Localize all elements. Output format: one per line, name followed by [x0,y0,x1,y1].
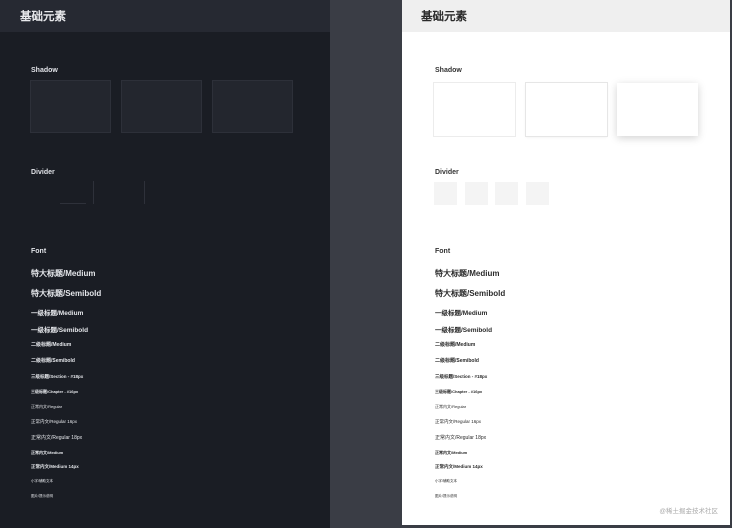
light-divider-sample-2 [465,182,488,205]
dark-font-sample: 二级标题/Medium [31,342,72,348]
dark-font-label: Font [31,248,47,255]
dark-font-sample: 正常内文/Regular 18px [31,435,83,441]
dark-font-sample: 正常内文/Medium 14px [31,464,79,469]
dark-font-sample: 图片/提示说明 [31,494,53,498]
dark-font-sample: 特大标题/Medium [31,269,96,278]
light-font-label: Font [435,248,451,255]
light-font-sample: 正常内文/Medium [435,450,468,455]
dark-font-sample: 一级标题/Semibold [31,327,89,334]
light-font-sample: 二级标题/Semibold [435,358,479,364]
dark-shadow-sample-2 [121,80,202,133]
dark-font-sample: 特大标题/Semibold [31,289,102,298]
dark-divider-label: Divider [31,169,55,176]
watermark: @稀土掘金技术社区 [659,508,718,515]
dark-divider-horizontal [60,203,86,204]
dark-panel-header: 基础元素 [0,0,330,32]
dark-shadow-label: Shadow [31,67,58,74]
light-font-sample: 特大标题/Medium [435,269,500,278]
dark-theme-panel: 基础元素 Shadow Divider Font 特大标题/Medium 特大标… [0,0,330,528]
light-divider-sample-1 [434,182,457,205]
light-panel-header: 基础元素 [402,0,730,32]
light-font-sample: 二级标题/Medium [435,342,476,348]
dark-shadow-sample-1 [30,80,111,133]
dark-panel-title: 基础元素 [20,11,66,23]
light-divider-label: Divider [435,169,459,176]
dark-font-sample: 小字/辅助文本 [31,479,53,483]
dark-font-sample: 三级标题/Chapter - #16px [31,389,79,394]
light-font-sample: 图片/提示说明 [435,494,457,498]
light-shadow-label: Shadow [435,67,462,74]
light-panel-title: 基础元素 [421,11,467,23]
dark-font-sample: 一级标题/Medium [31,310,84,317]
light-font-sample: 三级标题/Section - #18px [435,374,488,379]
dark-font-sample: 三级标题/Section - #18px [31,374,84,379]
light-font-sample: 三级标题/Chapter - #16px [435,389,483,394]
light-font-sample: 正常内文/Regular 18px [435,435,487,441]
dark-font-sample: 正常内文/Regular 16px [31,419,78,424]
light-font-sample: 一级标题/Medium [435,310,488,317]
light-font-sample: 一级标题/Semibold [435,327,493,334]
light-divider-sample-3 [495,182,518,205]
light-shadow-sample-1 [434,83,515,136]
light-font-sample: 正常内文/Regular [435,404,467,409]
light-font-sample: 正常内文/Medium 14px [435,464,483,469]
light-shadow-sample-3 [617,83,698,136]
dark-shadow-sample-3 [212,80,293,133]
light-theme-panel: 基础元素 Shadow Divider Font 特大标题/Medium 特大标… [402,0,730,525]
light-font-sample: 小字/辅助文本 [435,479,457,483]
light-font-sample: 特大标题/Semibold [435,289,506,298]
light-font-sample: 正常内文/Regular 16px [435,419,482,424]
light-divider-sample-4 [526,182,549,205]
dark-font-sample: 正常内文/Regular [31,404,63,409]
dark-divider-vertical-2 [144,181,145,204]
dark-font-sample: 正常内文/Medium [31,450,64,455]
light-shadow-sample-2 [526,83,607,136]
dark-font-sample: 二级标题/Semibold [31,358,75,364]
dark-divider-vertical-1 [93,181,94,204]
